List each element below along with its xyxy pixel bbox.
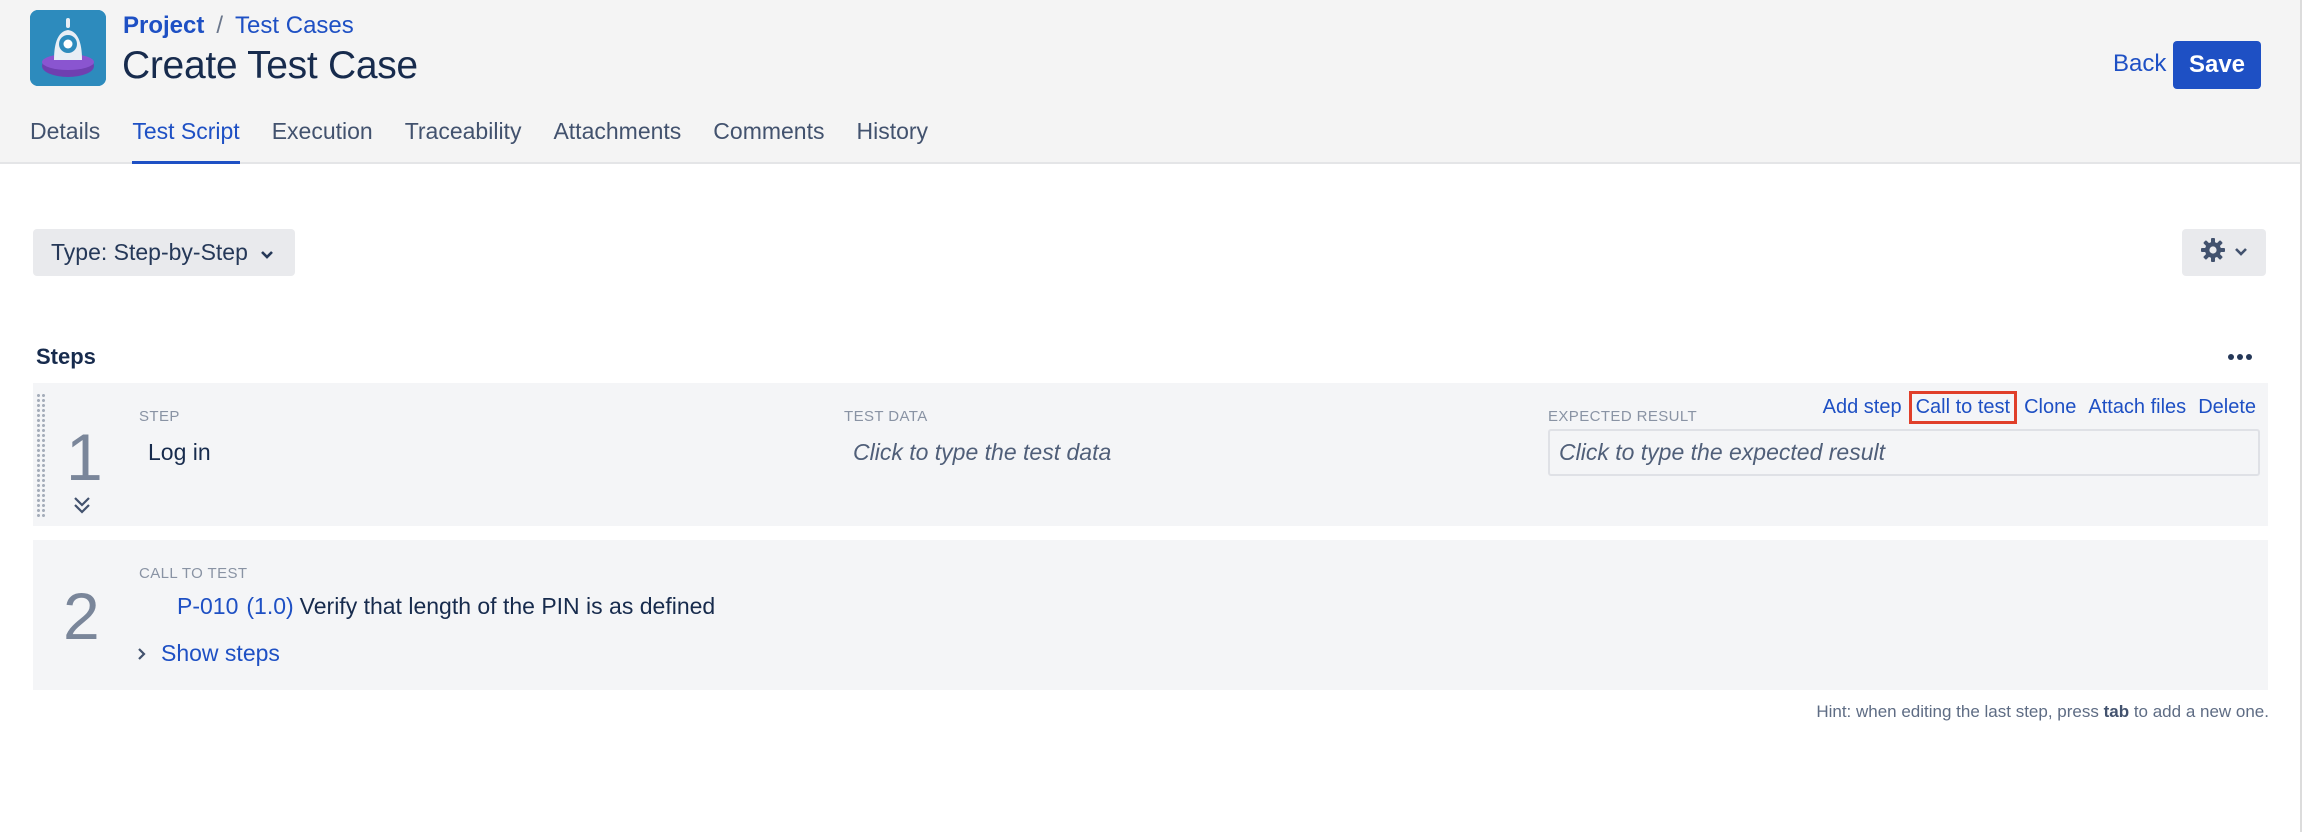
called-test-key-link[interactable]: P-010	[177, 593, 238, 619]
expected-result-column-label: EXPECTED RESULT	[1548, 408, 1698, 425]
test-data-column-label: TEST DATA	[844, 408, 928, 425]
show-steps-label: Show steps	[161, 640, 280, 666]
script-type-dropdown[interactable]: Type: Step-by-Step	[33, 229, 295, 276]
steps-section-title: Steps	[36, 344, 96, 369]
called-test-title: Verify that length of the PIN is as defi…	[299, 593, 716, 619]
tab-history[interactable]: History	[857, 118, 929, 164]
tab-execution[interactable]: Execution	[272, 118, 373, 164]
tab-traceability[interactable]: Traceability	[405, 118, 522, 164]
breadcrumb-project-link[interactable]: Project	[123, 12, 204, 39]
show-steps-toggle[interactable]: Show steps	[137, 640, 280, 667]
called-test-reference: P-010 (1.0) Verify that length of the PIN …	[177, 593, 715, 620]
step-row: 1 STEP Log in TEST DATA Click to type th…	[33, 383, 2268, 526]
gear-icon	[2200, 237, 2226, 268]
breadcrumb-test-cases-link[interactable]: Test Cases	[235, 12, 354, 39]
keyboard-hint: Hint: when editing the last step, press …	[1816, 702, 2269, 722]
step-description[interactable]: Log in	[148, 439, 211, 466]
double-chevron-down-icon[interactable]	[72, 495, 92, 520]
breadcrumb-separator: /	[216, 12, 224, 39]
step-actions: Add step Call to test Clone Attach files…	[1811, 391, 2256, 424]
project-avatar-icon[interactable]	[30, 10, 106, 86]
tab-comments[interactable]: Comments	[713, 118, 824, 164]
clone-step-link[interactable]: Clone	[2024, 396, 2076, 419]
attach-files-link[interactable]: Attach files	[2088, 396, 2186, 419]
tab-details[interactable]: Details	[30, 118, 100, 164]
expected-result-field[interactable]: Click to type the expected result	[1548, 429, 2260, 476]
call-to-test-link[interactable]: Call to test	[1908, 391, 2018, 424]
more-options-icon[interactable]	[2227, 348, 2253, 366]
step-number: 1	[66, 420, 103, 494]
chevron-right-icon	[137, 640, 147, 667]
hint-prefix: Hint: when editing the last step, press	[1816, 702, 2099, 721]
tab-attachments[interactable]: Attachments	[553, 118, 681, 164]
called-test-version[interactable]: (1.0)	[246, 593, 293, 619]
tab-bar: Details Test Script Execution Traceabili…	[30, 118, 960, 164]
chevron-down-icon	[260, 239, 274, 266]
hint-suffix: to add a new one.	[2133, 702, 2269, 721]
test-data-field[interactable]: Click to type the test data	[853, 439, 1111, 466]
settings-menu-button[interactable]	[2182, 229, 2266, 276]
chevron-down-icon	[2234, 244, 2248, 262]
step-number: 2	[63, 579, 100, 653]
tab-test-script[interactable]: Test Script	[132, 118, 241, 164]
delete-step-link[interactable]: Delete	[2198, 396, 2256, 419]
save-button[interactable]: Save	[2173, 41, 2261, 89]
step-column-label: STEP	[139, 408, 180, 425]
hint-key: tab	[2103, 702, 2130, 721]
page-header: Project / Test Cases Create Test Case Back…	[0, 0, 2302, 164]
back-link[interactable]: Back	[2113, 50, 2166, 78]
step-row: 2 CALL TO TEST P-010 (1.0) Verify that len…	[33, 540, 2268, 690]
call-to-test-label: CALL TO TEST	[139, 565, 248, 582]
breadcrumb: Project / Test Cases	[123, 12, 354, 40]
page-title: Create Test Case	[122, 44, 418, 87]
script-type-label: Type: Step-by-Step	[51, 239, 248, 265]
add-step-link[interactable]: Add step	[1823, 396, 1902, 419]
drag-handle-icon[interactable]	[36, 393, 46, 517]
